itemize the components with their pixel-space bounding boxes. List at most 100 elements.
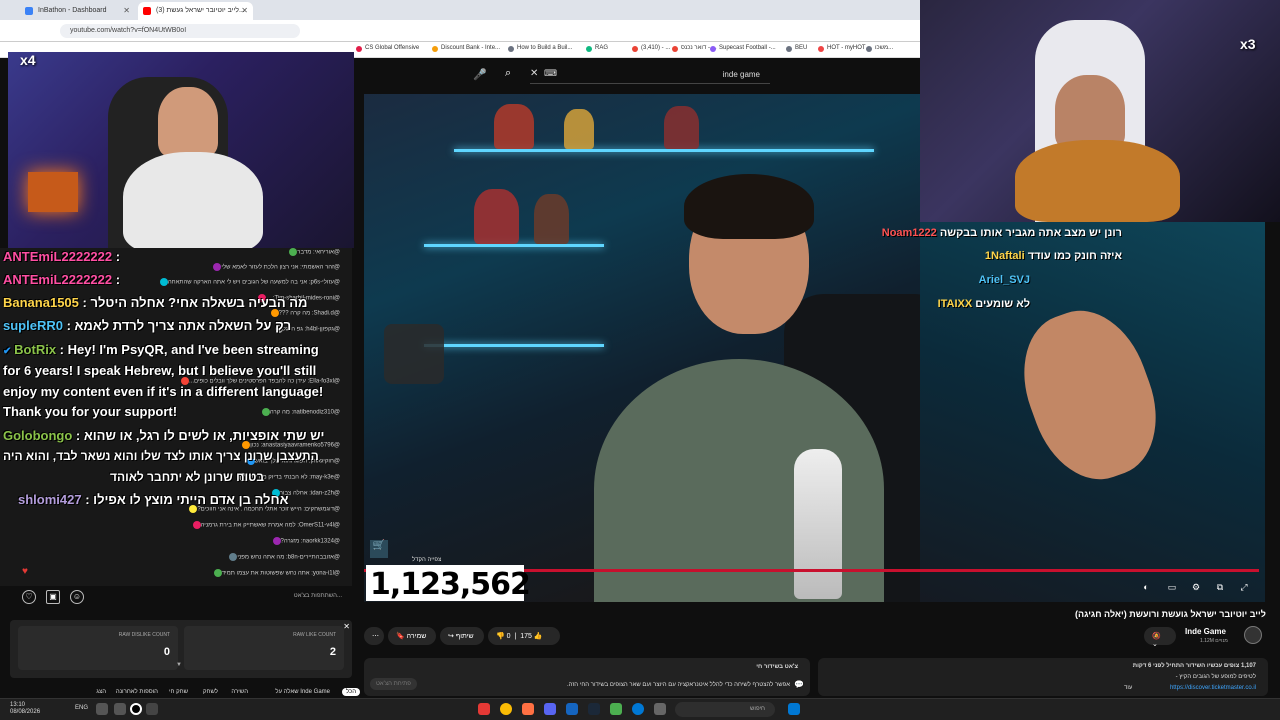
clear-search-icon[interactable]: ✕ (530, 68, 538, 79)
bookmark-item[interactable]: CS Global Offensive (356, 45, 419, 52)
like-chat-icon[interactable]: ♡ (22, 590, 36, 604)
taskbar-search[interactable]: חיפוש (675, 702, 775, 717)
chip[interactable]: הצג (92, 688, 110, 696)
shelf-light (424, 344, 604, 347)
chip[interactable]: שאלה על Inde Game (271, 688, 334, 696)
keyboard-icon[interactable]: ⌨ (544, 68, 557, 79)
tab-dashboard[interactable]: InBathon - Dashboard ✕ (20, 2, 135, 20)
chat-message: @זהר האשמתי: אני רצון הלכת לעזור לאמא של… (210, 263, 340, 271)
chat-message: @naorkk1324: מזגרה? (270, 537, 340, 545)
miniplayer-icon[interactable]: ⧉ (1215, 582, 1225, 592)
app-icon[interactable] (610, 703, 622, 715)
bookmark-item[interactable]: HOT - myHOT (818, 45, 866, 52)
close-tab-icon[interactable]: ✕ (123, 6, 130, 15)
more-actions-button[interactable]: ⋯ (364, 627, 384, 645)
language-indicator[interactable]: ENG (75, 705, 88, 711)
avatar (192, 521, 201, 529)
overlay-chat-message: איזה חונק כמו עודד 1Naftali (984, 250, 1122, 262)
app-icon[interactable] (478, 703, 490, 715)
tab-youtube[interactable]: (3) לייב יוטיובר ישראל געשת... ✕ (138, 2, 253, 20)
close-icon[interactable]: ✕ (343, 622, 350, 631)
bookmark-item[interactable]: RAG (586, 45, 608, 52)
chip[interactable]: הוספות לאחרונה (112, 688, 162, 696)
overlay-chat-right: רונן יש מצב אתה מגביר אותו בבקשה Noam122… (882, 224, 1122, 314)
like-dislike-button[interactable]: 👎 0 | 175 👍 (488, 627, 560, 645)
super-chat-icon[interactable]: ▣ (46, 590, 60, 604)
subtitles-icon[interactable]: ▭ (1167, 582, 1177, 592)
chevron-up-icon[interactable] (146, 703, 158, 715)
discord-icon[interactable] (544, 703, 556, 715)
open-chat-button[interactable]: פתיחת הצ'אט (370, 678, 417, 690)
close-tab-icon[interactable]: ✕ (241, 6, 248, 15)
chrome-icon[interactable] (500, 703, 512, 715)
bookmark-item[interactable]: Supecast Football -... (710, 45, 776, 52)
chip[interactable]: שחק חי (165, 688, 192, 696)
channel-name[interactable]: Inde Game (1185, 627, 1226, 636)
overlay-chat-message: ✔ BotRix : Hey! I'm PsyQR, and I've been… (3, 342, 319, 357)
volume-icon[interactable] (114, 703, 126, 715)
bell-icon: 🔕 (1152, 633, 1161, 640)
mic-icon[interactable]: 🎤 (473, 68, 487, 81)
chip[interactable]: לשחק (199, 688, 222, 696)
figure (664, 106, 699, 149)
chat-message: @אזובבהתיירים-b8n: מה אתה נחש מפני (226, 553, 340, 561)
autoplay-toggle-icon[interactable]: ◐ (1141, 582, 1151, 592)
fullscreen-icon[interactable]: ⤢ (1239, 582, 1249, 592)
overlay-chat-message: ANTEmiL2222222 : (3, 272, 121, 287)
file-explorer-icon[interactable] (654, 703, 666, 715)
chevron-down-icon: ⌄ (1152, 641, 1158, 648)
description-box[interactable]: 1,107 צופים עכשיו השידור התחיל לפני 6 דק… (818, 658, 1268, 696)
video-title: לייב יוטיובר ישראל גועשת ורועשת (יאלה חג… (1075, 609, 1266, 619)
overlay-chat-message: התעצבן שרונן צריך אותו לצד שלו והוא נשאר… (3, 449, 319, 463)
steam-icon[interactable] (588, 703, 600, 715)
chat-input[interactable]: השתתפות בצ'אט... (294, 593, 342, 599)
shop-icon[interactable]: 🛒 (370, 540, 388, 558)
bookmark-item[interactable]: How to Build a Buil... (508, 45, 572, 52)
windows-start-icon[interactable] (788, 703, 800, 715)
youtube-favicon-icon (143, 7, 151, 15)
bookmark-item[interactable]: BEU (786, 45, 807, 52)
bookmark-item[interactable]: Discount Bank - Inte... (432, 45, 500, 52)
settings-icon[interactable]: ⚙ (1191, 582, 1201, 592)
avatar (272, 537, 281, 545)
overlay-chat-message: Thank you for your support! (3, 404, 178, 419)
live-chat-panel: @אוריחאי: מדבר @זהר האשמתי: אני רצון הלכ… (0, 248, 352, 586)
verified-badge-icon: ✔ (3, 346, 15, 357)
heart-reaction-icon: ♥ (22, 566, 28, 577)
overlay-chat-message: for 6 years! I speak Hebrew, but I belie… (3, 363, 317, 378)
chat-message: @OmerS11-v4l: למה אמרת שאשתייק את בירת ג… (190, 521, 340, 529)
search-input[interactable]: ✕ ⌨ inde game (530, 66, 770, 84)
chip-all[interactable]: הכל (341, 688, 360, 696)
person-shirt (1015, 140, 1180, 222)
show-more-link[interactable]: עוד (1124, 685, 1132, 691)
app-icon[interactable] (566, 703, 578, 715)
bookmark-item[interactable]: (3,410) - ... (632, 45, 670, 52)
figure (494, 104, 534, 149)
chevron-down-icon[interactable]: ▼ (176, 662, 182, 668)
bookmark-item[interactable]: משכו... (866, 45, 893, 52)
overlay-chat-message: Ariel_SVJ (978, 274, 1030, 286)
overlay-chat-message: Golobongo : יש שתי אופציות, או לשים לו ר… (3, 428, 325, 443)
video-player[interactable]: 🛒 (364, 94, 920, 602)
app-icon[interactable] (522, 703, 534, 715)
url-field[interactable]: youtube.com/watch?v=fON4UtWB0oI (60, 24, 300, 38)
chat-icon: 💬 (794, 680, 804, 689)
taskbar: 13:10 08/08/2026 ENG חיפוש (0, 698, 1280, 720)
channel-avatar[interactable] (1244, 626, 1262, 644)
chip[interactable]: השירה (227, 688, 252, 696)
raw-dislike-box: RAW DISLIKE COUNT 0 (18, 626, 178, 670)
notifications-button[interactable]: 🔕 ⌄ (1144, 627, 1176, 648)
share-button[interactable]: ↪ שיתוף (440, 627, 484, 645)
avatar (261, 408, 270, 416)
emoji-icon[interactable]: ☺ (70, 590, 84, 604)
like-icon: 👍 (533, 633, 543, 640)
wifi-icon[interactable] (96, 703, 108, 715)
edge-icon[interactable] (632, 703, 644, 715)
save-button[interactable]: 🔖 שמירה (388, 627, 436, 645)
description-link[interactable]: https://discover.ticketmaster.co.il (1170, 685, 1256, 691)
view-counter: 1,123,562 (366, 565, 531, 602)
search-icon[interactable]: ⌕ (505, 67, 511, 80)
obs-icon[interactable] (130, 703, 142, 715)
chat-message: @אוריחאי: מדבר (286, 248, 340, 256)
overlay-chat-message: Banana1505 : מה הבעיה בשאלה אחי? אחלה הי… (3, 295, 308, 310)
